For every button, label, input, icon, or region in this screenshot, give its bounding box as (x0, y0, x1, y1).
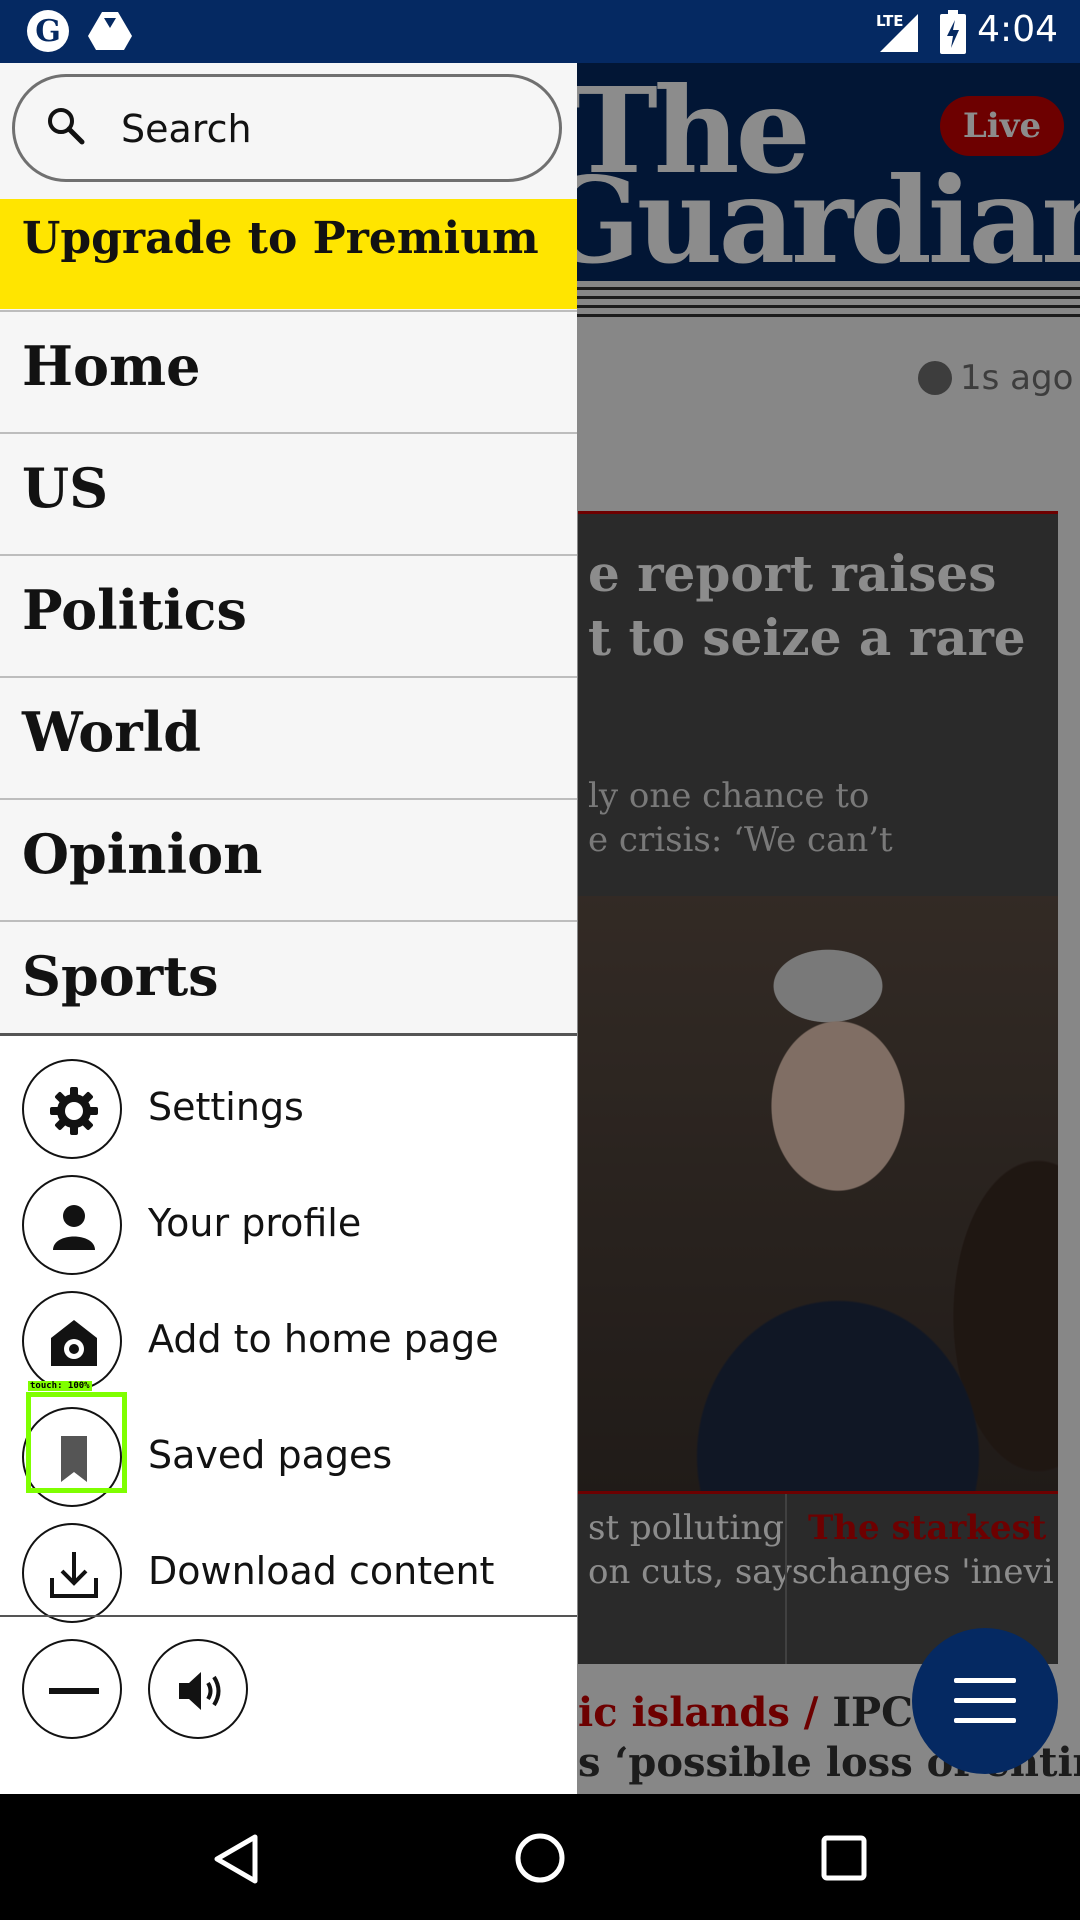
nav-label: World (22, 700, 201, 764)
nav-label: US (22, 456, 109, 520)
touch-indicator-label: touch: 100% (28, 1381, 92, 1391)
clock: 4:04 (977, 9, 1058, 50)
nav-item-home[interactable]: Home (0, 310, 577, 432)
collapse-button[interactable] (22, 1639, 122, 1739)
signal-icon (880, 14, 918, 52)
home-icon[interactable] (514, 1832, 566, 1884)
touch-indicator (26, 1392, 127, 1493)
svg-text:G: G (35, 14, 61, 49)
settings-row[interactable]: Settings (0, 1051, 577, 1167)
minus-icon (49, 1688, 99, 1694)
saved-pages-label: Saved pages (148, 1433, 393, 1477)
add-home-button[interactable] (22, 1291, 122, 1391)
guardian-notification-icon: G (27, 10, 69, 52)
nav-label: Sports (22, 944, 219, 1008)
nav-item-opinion[interactable]: Opinion (0, 798, 577, 920)
upgrade-premium-button[interactable]: Upgrade to Premium (0, 199, 577, 309)
system-nav-bar (0, 1794, 1080, 1920)
status-bar: G LTE 4:04 (0, 0, 1080, 63)
download-label: Download content (148, 1549, 495, 1593)
add-home-label: Add to home page (148, 1317, 499, 1361)
battery-charging-icon (940, 10, 966, 54)
nav-item-world[interactable]: World (0, 676, 577, 798)
bottom-controls (0, 1631, 577, 1747)
drawer-divider (0, 1615, 577, 1617)
audio-button[interactable] (148, 1639, 248, 1739)
profile-label: Your profile (148, 1201, 362, 1245)
settings-button[interactable] (22, 1059, 122, 1159)
speaker-icon (179, 1672, 221, 1710)
recents-icon[interactable] (821, 1835, 867, 1881)
home-gear-icon (51, 1320, 97, 1366)
search-input[interactable]: Search (12, 74, 562, 182)
menu-fab[interactable] (912, 1628, 1058, 1774)
drive-notification-icon (88, 12, 132, 50)
search-placeholder: Search (121, 107, 252, 151)
download-icon (50, 1552, 98, 1598)
profile-button[interactable] (22, 1175, 122, 1275)
nav-label: Politics (22, 578, 247, 642)
back-icon[interactable] (213, 1834, 259, 1884)
nav-item-sports[interactable]: Sports (0, 920, 577, 1042)
upgrade-premium-label: Upgrade to Premium (22, 213, 539, 264)
nav-label: Home (22, 334, 201, 398)
hamburger-icon-bar (954, 1698, 1016, 1703)
gear-icon (50, 1087, 98, 1135)
download-row[interactable]: Download content (0, 1515, 577, 1631)
download-button[interactable] (22, 1523, 122, 1623)
hamburger-icon (954, 1678, 1016, 1683)
nav-label: Opinion (22, 822, 263, 886)
nav-item-politics[interactable]: Politics (0, 554, 577, 676)
hamburger-icon-bar (954, 1718, 1016, 1723)
nav-item-us[interactable]: US (0, 432, 577, 554)
person-icon (53, 1205, 95, 1250)
profile-row[interactable]: Your profile (0, 1167, 577, 1283)
settings-label: Settings (148, 1085, 304, 1129)
navigation-drawer: Search Upgrade to Premium Home US Politi… (0, 63, 577, 1794)
search-icon (48, 108, 85, 145)
